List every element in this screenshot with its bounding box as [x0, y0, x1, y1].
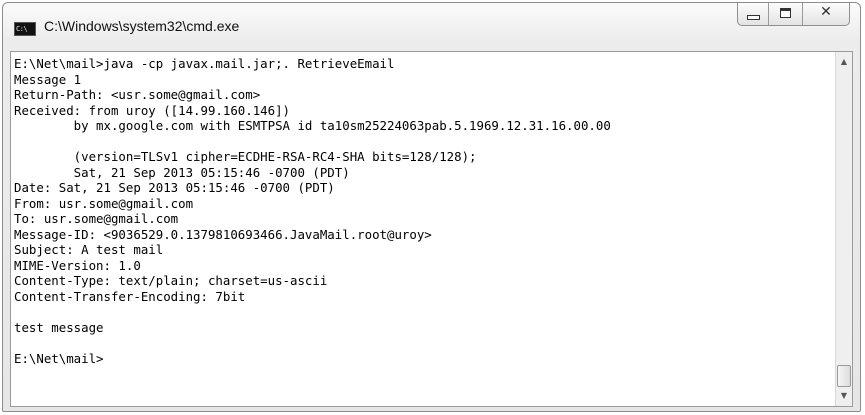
window-title: C:\Windows\system32\cmd.exe: [44, 18, 240, 34]
scroll-down-arrow-icon[interactable]: ▼: [836, 388, 852, 404]
minimize-icon: [747, 15, 760, 20]
cmd-app-icon[interactable]: C:\: [14, 22, 36, 36]
console-line: test message: [14, 319, 104, 335]
vertical-scrollbar[interactable]: ▲ ▼: [835, 52, 852, 406]
console-line: Sat, 21 Sep 2013 05:15:46 -0700 (PDT): [14, 164, 350, 180]
title-bar[interactable]: C:\ C:\Windows\system32\cmd.exe ✕: [3, 3, 860, 51]
console-line: To: usr.some@gmail.com: [14, 211, 179, 226]
console-line: Return-Path: <usr.some@gmail.com>: [14, 87, 261, 102]
maximize-icon: [780, 8, 791, 18]
console-line: E:\Net\mail>java -cp javax.mail.jar;. Re…: [14, 56, 395, 71]
console-line: From: usr.some@gmail.com: [14, 195, 194, 211]
scroll-up-arrow-icon[interactable]: ▲: [836, 54, 852, 70]
console-line: by mx.google.com with ESMTPSA id ta10sm2…: [14, 118, 611, 133]
console-line: E:\Net\mail>: [14, 350, 104, 366]
close-button[interactable]: ✕: [802, 3, 849, 25]
console-line: Received: from uroy ([14.99.160.146]): [14, 102, 291, 118]
console-line: Message 1: [14, 71, 82, 87]
minimize-button[interactable]: [738, 3, 768, 25]
console-line: Content-Transfer-Encoding: 7bit: [14, 288, 246, 304]
console-area[interactable]: E:\Net\mail>java -cp javax.mail.jar;. Re…: [10, 51, 853, 407]
console-line: Subject: A test mail: [14, 242, 164, 257]
maximize-button[interactable]: [768, 3, 802, 25]
console-line: MIME-Version: 1.0: [14, 257, 141, 273]
close-icon: ✕: [820, 4, 832, 20]
console-line: (version=TLSv1 cipher=ECDHE-RSA-RC4-SHA …: [14, 149, 477, 164]
cmd-window: C:\ C:\Windows\system32\cmd.exe ✕ E:\Net…: [2, 2, 861, 412]
console-line: Date: Sat, 21 Sep 2013 05:15:46 -0700 (P…: [14, 180, 335, 195]
scroll-thumb[interactable]: [837, 365, 851, 387]
console-line: Content-Type: text/plain; charset=us-asc…: [14, 273, 328, 288]
console-output[interactable]: E:\Net\mail>java -cp javax.mail.jar;. Re…: [14, 56, 611, 366]
window-controls: ✕: [737, 3, 850, 26]
console-line: Message-ID: <9036529.0.1379810693466.Jav…: [14, 226, 432, 242]
